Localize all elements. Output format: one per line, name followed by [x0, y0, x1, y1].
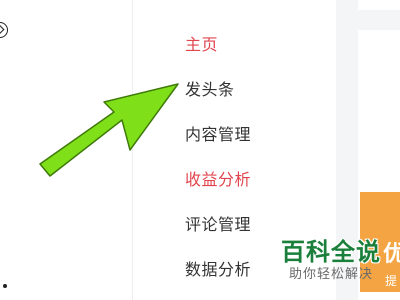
arrow-icon — [39, 83, 179, 177]
